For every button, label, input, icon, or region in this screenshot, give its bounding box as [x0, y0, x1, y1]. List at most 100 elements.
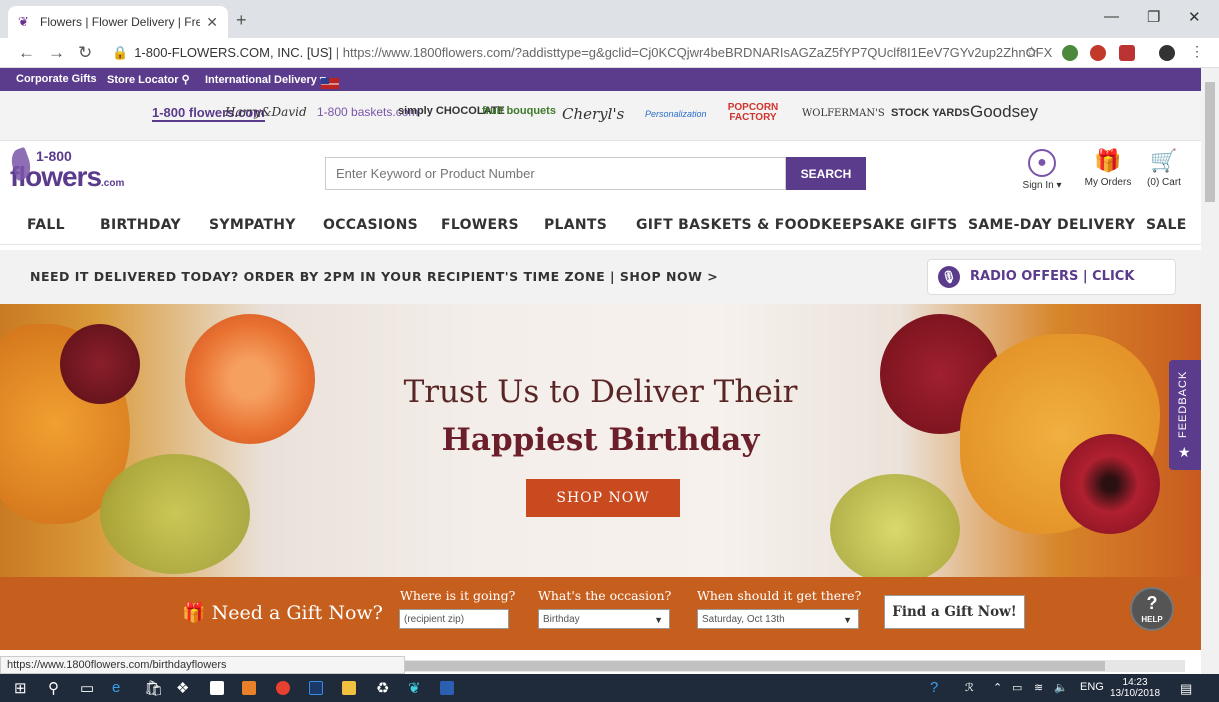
brand-personalization[interactable]: Personalization — [645, 109, 707, 119]
date-select[interactable]: Saturday, Oct 13th ▼ — [697, 609, 859, 629]
url-field[interactable]: 🔒 1-800-FLOWERS.COM, INC. [US] | https://… — [112, 42, 1052, 64]
store-icon[interactable]: 🛍 — [144, 679, 163, 697]
wifi-icon[interactable]: ≋ — [1034, 681, 1043, 694]
extension-badge-icon[interactable] — [1119, 45, 1135, 61]
window-close-icon[interactable]: ✕ — [1188, 8, 1201, 26]
scroll-thumb[interactable] — [1205, 82, 1215, 202]
extension-icon[interactable] — [1062, 45, 1078, 61]
back-icon[interactable]: ← — [18, 43, 35, 63]
task-view-icon[interactable]: ▭ — [80, 679, 94, 697]
brand-bar: 1-800 flowers.com Harry&David 1-800 bask… — [0, 91, 1201, 141]
new-tab-button[interactable]: + — [236, 10, 247, 31]
app-icon[interactable] — [210, 681, 224, 695]
cart-button[interactable]: 🛒 (0) Cart — [1142, 147, 1186, 188]
nav-fall[interactable]: FALL — [27, 217, 65, 233]
app-icon[interactable]: ❦ — [408, 679, 421, 697]
hero-headline: Trust Us to Deliver Their — [403, 374, 798, 410]
occasion-label: What's the occasion? — [538, 588, 672, 603]
occasion-value: Birthday — [543, 614, 580, 625]
edge-icon[interactable]: e — [112, 679, 120, 696]
word-icon[interactable] — [440, 681, 454, 695]
store-locator-label: Store Locator — [107, 74, 179, 86]
question-icon: ? — [1146, 593, 1158, 613]
nav-sale[interactable]: SALE — [1146, 217, 1187, 233]
app-orange-icon[interactable] — [242, 681, 256, 695]
language-indicator[interactable]: ENG — [1080, 681, 1104, 693]
hero-banner[interactable]: Trust Us to Deliver Their Happiest Birth… — [0, 304, 1201, 577]
brand-cheryls[interactable]: Cheryl's — [562, 105, 624, 123]
find-gift-button[interactable]: Find a Gift Now! — [884, 595, 1025, 629]
radio-offers-button[interactable]: 🎙 RADIO OFFERS | CLICK HERE > — [927, 259, 1176, 318]
windows-start-icon[interactable]: ⊞ — [14, 679, 27, 697]
search-button[interactable]: SEARCH — [786, 157, 866, 190]
help-circle-icon[interactable]: ? — [930, 679, 938, 696]
windows-taskbar: ⊞ ⚲ ▭ e 🛍 ❖ ♻ ❦ ? ℛ ⌃ ▭ ≋ 🔈 ENG 14:23 13/… — [0, 674, 1219, 702]
occasion-select[interactable]: Birthday ▼ — [538, 609, 670, 629]
restore-icon[interactable]: ❐ — [1147, 8, 1160, 26]
horizontal-scrollbar[interactable] — [405, 660, 1185, 672]
international-delivery-link[interactable]: International Delivery ▾ — [205, 73, 339, 89]
people-icon[interactable]: ℛ — [965, 681, 974, 694]
app-icon[interactable]: ♻ — [376, 679, 389, 697]
network-icon[interactable]: ▭ — [1012, 681, 1022, 694]
same-day-promo-link[interactable]: NEED IT DELIVERED TODAY? ORDER BY 2PM IN… — [30, 269, 718, 284]
vertical-scrollbar[interactable] — [1201, 68, 1219, 674]
close-tab-icon[interactable]: ✕ — [206, 14, 218, 31]
extension-abp-icon[interactable] — [1090, 45, 1106, 61]
hero-subheadline: Happiest Birthday — [441, 422, 760, 458]
sign-in-button[interactable]: ● Sign In ▾ — [1014, 149, 1070, 191]
volume-icon[interactable]: 🔈 — [1054, 681, 1068, 694]
photoshop-icon[interactable] — [309, 681, 323, 695]
brand-harry-david[interactable]: Harry&David — [225, 105, 307, 119]
chrome-icon[interactable] — [276, 681, 290, 695]
scroll-thumb[interactable] — [405, 661, 1105, 671]
minimize-icon[interactable]: — — [1104, 8, 1119, 25]
browser-tab-bar: ❦ Flowers | Flower Delivery | Fresh F ✕ … — [0, 0, 1219, 38]
my-orders-button[interactable]: 🎁 My Orders — [1080, 147, 1136, 188]
corporate-gifts-link[interactable]: Corporate Gifts — [16, 73, 97, 85]
reload-icon[interactable]: ↻ — [78, 43, 92, 63]
logo-com: .com — [101, 178, 125, 189]
nav-flowers[interactable]: FLOWERS — [441, 217, 519, 233]
lock-icon: 🔒 — [112, 45, 129, 60]
nav-occasions[interactable]: OCCASIONS — [323, 217, 418, 233]
search-icon[interactable]: ⚲ — [48, 679, 59, 697]
nav-plants[interactable]: PLANTS — [544, 217, 607, 233]
clock[interactable]: 14:23 13/10/2018 — [1110, 677, 1160, 699]
nav-gift-baskets[interactable]: GIFT BASKETS & FOOD — [636, 217, 821, 233]
shop-now-button[interactable]: SHOP NOW — [526, 479, 680, 517]
dropdown-caret-icon: ▼ — [654, 615, 663, 625]
file-explorer-icon[interactable] — [342, 681, 356, 695]
notifications-icon[interactable]: ▤ — [1180, 681, 1192, 697]
dropbox-icon[interactable]: ❖ — [176, 679, 189, 697]
bookmark-star-icon[interactable]: ☆ — [1025, 43, 1038, 61]
nav-birthday[interactable]: BIRTHDAY — [100, 217, 181, 233]
store-locator-link[interactable]: Store Locator ⚲ — [107, 73, 190, 86]
nav-keepsake-gifts[interactable]: KEEPSAKE GIFTS — [821, 217, 958, 233]
forward-icon[interactable]: → — [48, 43, 65, 63]
brand-fruit-bouquets[interactable]: fruit bouquets — [482, 105, 556, 117]
gift-box-icon: 🎁 — [182, 602, 206, 624]
nav-sympathy[interactable]: SYMPATHY — [209, 217, 296, 233]
yellow-filler-right-decoration — [830, 474, 960, 577]
search-input[interactable] — [325, 157, 786, 190]
menu-icon[interactable]: ⋮ — [1190, 43, 1204, 60]
zip-input[interactable]: (recipient zip) — [399, 609, 509, 629]
us-flag-icon — [320, 78, 339, 89]
browser-tab[interactable]: ❦ Flowers | Flower Delivery | Fresh F ✕ — [8, 6, 228, 38]
nav-same-day[interactable]: SAME-DAY DELIVERY — [968, 217, 1135, 233]
feedback-tab[interactable]: FEEDBACK ★ — [1169, 360, 1201, 470]
help-button[interactable]: ? HELP — [1130, 587, 1174, 631]
date-value: Saturday, Oct 13th — [702, 614, 785, 625]
site-logo[interactable]: 1-800 flowers.com — [7, 146, 125, 191]
tray-chevron-icon[interactable]: ⌃ — [993, 681, 1002, 694]
brand-popcorn-factory[interactable]: POPCORN FACTORY — [727, 103, 779, 123]
yellow-filler-decoration — [100, 454, 250, 574]
sign-in-label: Sign In ▾ — [1022, 180, 1062, 191]
international-label: International Delivery — [205, 74, 317, 86]
address-bar: ← → ↻ 🔒 1-800-FLOWERS.COM, INC. [US] | ht… — [0, 38, 1219, 68]
brand-stock-yards[interactable]: STOCK YARDS — [891, 107, 970, 119]
brand-wolfermans[interactable]: WOLFERMAN'S — [802, 108, 885, 119]
brand-goodsey[interactable]: Goodsey — [970, 102, 1038, 122]
profile-avatar[interactable] — [1159, 45, 1175, 61]
